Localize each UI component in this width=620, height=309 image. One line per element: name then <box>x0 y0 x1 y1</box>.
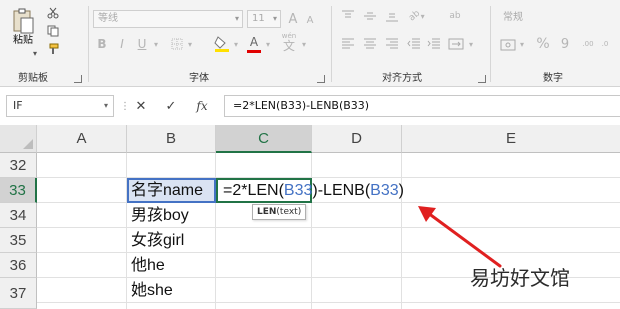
align-middle-icon[interactable] <box>362 8 378 24</box>
column-header-b[interactable]: B <box>127 125 216 153</box>
chevron-down-icon: ▾ <box>103 101 108 110</box>
tooltip-function-name[interactable]: LEN <box>257 207 276 217</box>
number-group: 常规 ▾ % 9 .00 .0 数字 <box>491 0 620 87</box>
formula-input[interactable]: =2*LEN(B33)-LENB(B33) <box>224 95 620 117</box>
clipboard-group-label: 剪贴板 <box>18 73 48 84</box>
increase-decimal-button[interactable]: .00 <box>579 36 597 52</box>
chevron-down-icon[interactable]: ▾ <box>231 36 241 52</box>
align-top-icon[interactable] <box>340 8 356 24</box>
column-header-c[interactable]: C <box>216 125 312 153</box>
copy-icon[interactable] <box>46 24 60 38</box>
formula-part: ) <box>398 182 404 199</box>
formula-part: )-LENB( <box>312 182 371 199</box>
cancel-button[interactable]: ✕ <box>132 97 150 115</box>
formula-bar: IF ▾ ⋮ ✕ ✓ fx =2*LEN(B33)-LENB(B33) <box>0 92 620 120</box>
align-center-icon[interactable] <box>362 36 378 52</box>
bold-button[interactable]: B <box>95 36 109 52</box>
gridline <box>126 153 127 309</box>
gridline <box>37 252 620 253</box>
cell-edit-formula[interactable]: =2*LEN(B33)-LENB(B33) <box>223 178 404 203</box>
chevron-down-icon: ▾ <box>272 14 277 23</box>
font-size-select[interactable]: 11 ▾ <box>247 10 281 28</box>
number-format-select[interactable]: 常规 <box>499 10 611 28</box>
alignment-group: ab ▾ ab ▾ 对齐方式 <box>332 0 490 87</box>
paste-icon[interactable] <box>10 6 36 36</box>
cell-b35[interactable]: 女孩girl <box>131 228 184 253</box>
cell-b34[interactable]: 男孩boy <box>131 203 189 228</box>
align-right-icon[interactable] <box>384 36 400 52</box>
paste-dropdown-caret[interactable]: ▾ <box>30 48 40 58</box>
phonetic-icon[interactable]: wén 文 <box>279 32 299 52</box>
paste-button-label[interactable]: 粘贴 <box>13 35 33 47</box>
select-all-corner[interactable] <box>0 125 37 153</box>
decrease-indent-icon[interactable] <box>406 36 422 52</box>
font-color-icon[interactable]: A <box>245 34 263 54</box>
row-header-34[interactable]: 34 <box>0 203 37 228</box>
alignment-group-label: 对齐方式 <box>382 73 422 84</box>
increase-indent-icon[interactable] <box>426 36 442 52</box>
font-group: 等线 ▾ 11 ▾ A A B I U ▾ ▾ ▾ A ▾ wén 文 ▾ 字体 <box>89 0 331 87</box>
italic-button[interactable]: I <box>115 36 129 52</box>
alignment-launcher-icon[interactable] <box>478 75 486 83</box>
cell-b36[interactable]: 他he <box>131 253 165 278</box>
row-header-36[interactable]: 36 <box>0 253 37 278</box>
function-tooltip: LEN(text) <box>252 204 307 220</box>
underline-button[interactable]: U <box>135 36 149 52</box>
clipboard-launcher-icon[interactable] <box>74 75 82 83</box>
row-header-35[interactable]: 35 <box>0 228 37 253</box>
font-group-label: 字体 <box>189 73 209 84</box>
column-header-a[interactable]: A <box>37 125 127 153</box>
chevron-down-icon: ▾ <box>234 14 239 23</box>
insert-function-button[interactable]: fx <box>192 97 212 115</box>
chevron-down-icon[interactable]: ▾ <box>466 36 476 52</box>
orientation-icon[interactable]: ab ▾ <box>406 8 428 24</box>
enter-button[interactable]: ✓ <box>162 97 180 115</box>
accounting-format-icon[interactable] <box>499 36 517 54</box>
borders-icon[interactable] <box>169 36 185 52</box>
merge-center-icon[interactable] <box>446 36 466 52</box>
font-name-select[interactable]: 等线 ▾ <box>93 10 243 28</box>
shrink-font-icon[interactable]: A <box>303 12 317 28</box>
formula-part: =2*LEN( <box>223 182 284 199</box>
name-box[interactable]: IF ▾ <box>6 95 114 117</box>
wrap-text-icon[interactable]: ab <box>444 8 466 24</box>
align-left-icon[interactable] <box>340 36 356 52</box>
watermark: 易坊好文馆 <box>470 266 570 290</box>
formula-buttons: ⋮ ✕ ✓ fx <box>120 95 220 117</box>
gridline <box>37 302 620 303</box>
formula-reference: B33 <box>370 182 399 199</box>
row-header-33[interactable]: 33 <box>0 178 37 203</box>
gridline <box>311 153 312 309</box>
chevron-down-icon[interactable]: ▾ <box>263 36 273 52</box>
chevron-down-icon[interactable]: ▾ <box>517 36 527 52</box>
column-header-e[interactable]: E <box>402 125 620 153</box>
decrease-decimal-button[interactable]: .0 <box>597 36 613 52</box>
gridline <box>37 227 620 228</box>
ribbon: 粘贴 ▾ 剪贴板 等线 ▾ 11 ▾ A A B I U ▾ ▾ ▾ A ▾ w… <box>0 0 620 87</box>
chevron-down-icon[interactable]: ▾ <box>299 36 309 52</box>
gridline <box>215 153 216 309</box>
grow-font-icon[interactable]: A <box>285 10 301 28</box>
cut-icon[interactable] <box>46 6 60 20</box>
align-bottom-icon[interactable] <box>384 8 400 24</box>
cell-b33[interactable]: 名字name <box>131 178 203 203</box>
drag-handle-icon[interactable]: ⋮ <box>120 95 130 117</box>
chevron-down-icon[interactable]: ▾ <box>185 36 195 52</box>
row-header-32[interactable]: 32 <box>0 153 37 178</box>
tooltip-args: (text) <box>276 207 302 217</box>
comma-style-button[interactable]: 9 <box>557 36 573 52</box>
chevron-down-icon[interactable]: ▾ <box>151 36 161 52</box>
cell-b37[interactable]: 她she <box>131 278 173 303</box>
format-painter-icon[interactable] <box>46 42 60 56</box>
gridline <box>401 153 402 309</box>
percent-style-button[interactable]: % <box>535 36 551 52</box>
fill-color-icon[interactable] <box>213 34 231 54</box>
clipboard-group: 粘贴 ▾ 剪贴板 <box>0 0 88 87</box>
number-group-label: 数字 <box>543 73 563 84</box>
row-header-37[interactable]: 37 <box>0 278 37 309</box>
column-header-d[interactable]: D <box>312 125 402 153</box>
font-launcher-icon[interactable] <box>317 75 325 83</box>
formula-reference: B33 <box>283 182 313 199</box>
